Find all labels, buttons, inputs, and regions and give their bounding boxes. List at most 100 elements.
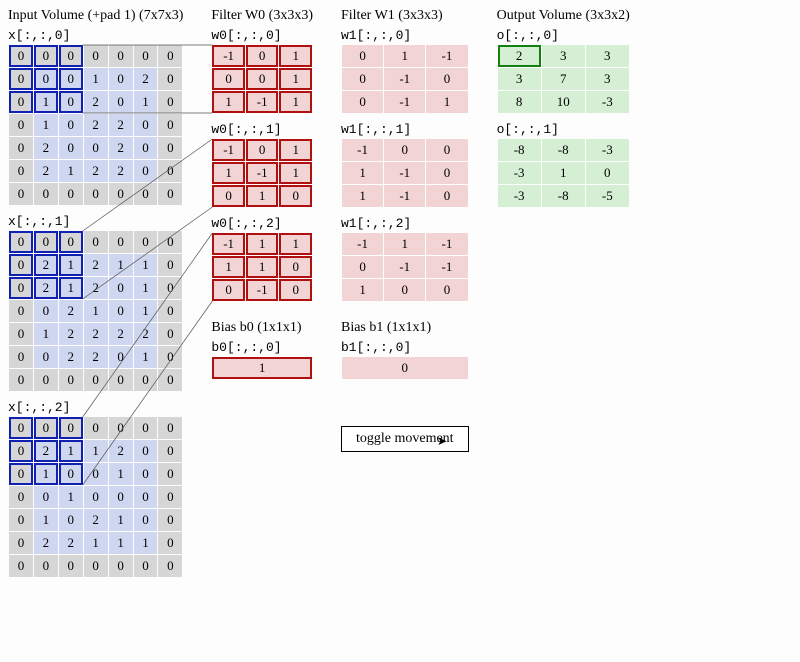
cell: 2 <box>134 323 158 345</box>
cell: 0 <box>212 68 245 90</box>
cell: 0 <box>342 68 383 90</box>
cell: 0 <box>212 279 245 301</box>
cell: 0 <box>9 486 33 508</box>
cell: 0 <box>158 254 182 276</box>
cell: 0 <box>158 323 182 345</box>
cell: 0 <box>84 45 108 67</box>
cell: 2 <box>34 160 58 182</box>
cell: 0 <box>59 369 83 391</box>
cell: 0 <box>9 254 33 276</box>
cell: 0 <box>34 300 58 322</box>
cell: 0 <box>9 277 33 299</box>
cell: 0 <box>134 440 158 462</box>
cell: 0 <box>109 486 133 508</box>
cell: 0 <box>84 369 108 391</box>
cell: 2 <box>34 277 58 299</box>
cell: 1 <box>34 91 58 113</box>
cell: 2 <box>34 532 58 554</box>
cell: -3 <box>586 91 629 113</box>
cell: 0 <box>9 160 33 182</box>
cell: 2 <box>59 323 83 345</box>
cell: -1 <box>212 45 245 67</box>
cell: 0 <box>84 137 108 159</box>
cell: 1 <box>134 346 158 368</box>
cell: 1 <box>279 233 312 255</box>
cell: 3 <box>542 45 585 67</box>
b1-label: b1[:,:,0] <box>341 340 469 355</box>
cell: 0 <box>59 91 83 113</box>
o-slice-0: 233373810-3 <box>497 44 630 114</box>
cell: -1 <box>342 139 383 161</box>
cell: 2 <box>498 45 541 67</box>
cell: -1 <box>426 233 467 255</box>
cell: 0 <box>109 277 133 299</box>
cell: 0 <box>134 137 158 159</box>
cell: 0 <box>134 509 158 531</box>
cell: 1 <box>246 233 279 255</box>
cell: 0 <box>34 231 58 253</box>
cell: 0 <box>246 68 279 90</box>
cell: 3 <box>498 68 541 90</box>
cell: 0 <box>158 346 182 368</box>
cell: 2 <box>134 68 158 90</box>
cell: 2 <box>84 277 108 299</box>
cell: 0 <box>9 509 33 531</box>
cell: 2 <box>84 509 108 531</box>
cell: 0 <box>9 323 33 345</box>
cell: 0 <box>109 183 133 205</box>
cell: 0 <box>84 555 108 577</box>
cell: 0 <box>426 162 467 184</box>
cell: 0 <box>84 231 108 253</box>
cell: -1 <box>384 256 425 278</box>
o-slice-1: -8-8-3-310-3-8-5 <box>497 138 630 208</box>
cell: 1 <box>134 300 158 322</box>
cell: -1 <box>384 185 425 207</box>
cell: 0 <box>109 555 133 577</box>
cell: 0 <box>426 279 467 301</box>
cell: 0 <box>84 486 108 508</box>
cell: 0 <box>384 139 425 161</box>
cell: 2 <box>109 440 133 462</box>
cell: 1 <box>109 463 133 485</box>
cell: 0 <box>59 114 83 136</box>
cell: 0 <box>279 279 312 301</box>
toggle-movement-button[interactable]: toggle movement ➤ <box>341 426 469 452</box>
cell: 0 <box>59 137 83 159</box>
w0-slice-0: -1010011-11 <box>211 44 313 114</box>
cell: 1 <box>84 532 108 554</box>
cell: 0 <box>134 160 158 182</box>
cell: 1 <box>279 91 312 113</box>
cell: 0 <box>34 346 58 368</box>
cell: 0 <box>426 185 467 207</box>
cell: 0 <box>59 555 83 577</box>
cell: 0 <box>134 45 158 67</box>
cell: 0 <box>158 463 182 485</box>
cell: 0 <box>342 45 383 67</box>
cell: 0 <box>9 346 33 368</box>
bias-b0: 1 <box>211 356 313 380</box>
cell: 1 <box>542 162 585 184</box>
x-slice-0: 0000000000102001020100102200020020002122… <box>8 44 183 206</box>
cell: 0 <box>34 68 58 90</box>
o-slice-1-label: o[:,:,1] <box>497 122 630 137</box>
x-slice-2: 0000000021120001001000010000010210002211… <box>8 416 183 578</box>
cell: 2 <box>59 346 83 368</box>
cell: 0 <box>59 509 83 531</box>
cell: 1 <box>34 509 58 531</box>
cell: 0 <box>109 369 133 391</box>
cell: 0 <box>9 91 33 113</box>
cell: 0 <box>9 369 33 391</box>
cell: 0 <box>34 183 58 205</box>
cell: 3 <box>586 45 629 67</box>
cell: 0 <box>158 509 182 531</box>
cell: 0 <box>9 231 33 253</box>
cell: -1 <box>384 162 425 184</box>
cell: 1 <box>212 162 245 184</box>
cell: 2 <box>84 323 108 345</box>
filter-w0-header: Filter W0 (3x3x3) <box>211 8 313 24</box>
cell: -1 <box>246 91 279 113</box>
cell: 0 <box>158 183 182 205</box>
cell: -1 <box>426 256 467 278</box>
cell: 0 <box>158 555 182 577</box>
cell: 0 <box>246 139 279 161</box>
